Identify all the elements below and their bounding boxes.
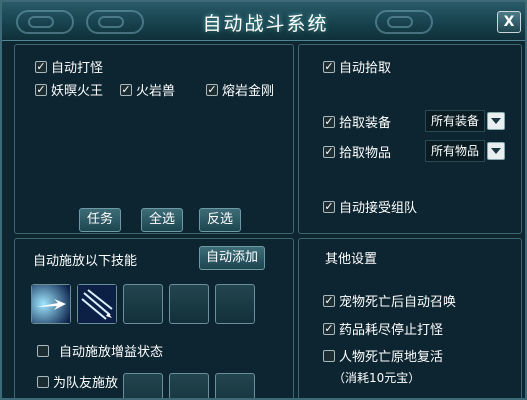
checkbox-box: [37, 375, 49, 388]
pickup-panel: ✓ 自动拾取 ✓ 拾取装备 所有装备 ✓ 拾取物品 所有物品 ✓ 自动接受组队: [298, 44, 522, 234]
pet-summon-label: 宠物死亡后自动召唤: [339, 295, 457, 310]
window-title: 自动战斗系统: [202, 13, 329, 35]
pickup-item-value: 所有物品: [425, 140, 485, 162]
team-cast-checkbox[interactable]: 为队友施放: [37, 372, 118, 391]
auto-add-button[interactable]: 自动添加: [199, 246, 265, 270]
monster-panel: ✓ 自动打怪 ✓ 妖暝火王 ✓ 火岩兽 ✓ 熔岩金刚 任务 全选 反选: [14, 44, 294, 234]
team-skill-slot-3[interactable]: [215, 373, 255, 398]
target-checkbox-3[interactable]: ✓ 熔岩金刚: [206, 80, 274, 99]
revive-cost-note: （消耗10元宝）: [333, 371, 421, 385]
auto-fight-label: 自动打怪: [51, 61, 104, 76]
checkbox-box: ✓: [323, 293, 335, 307]
checkbox-box: ✓: [323, 199, 335, 213]
target-label-3: 熔岩金刚: [222, 84, 275, 99]
checkbox-box: ✓: [323, 321, 335, 335]
pickup-equip-checkbox[interactable]: ✓ 拾取装备: [323, 112, 391, 131]
auto-team-checkbox[interactable]: ✓ 自动接受组队: [323, 197, 417, 216]
buff-label: 自动施放增益状态: [59, 345, 164, 360]
skill-slot-1[interactable]: [31, 284, 71, 324]
checkbox-box: ✓: [206, 82, 218, 96]
target-label-2: 火岩兽: [136, 84, 176, 99]
checkbox-box: ✓: [323, 114, 335, 128]
pickup-equip-value: 所有装备: [425, 110, 485, 132]
auto-battle-window: 自动战斗系统 X ✓ 自动打怪 ✓ 妖暝火王 ✓ 火岩兽 ✓ 熔岩金刚 任务 全…: [0, 0, 527, 400]
checkbox-box: ✓: [120, 82, 132, 96]
checkbox-box: ✓: [35, 82, 47, 96]
buff-checkbox[interactable]: 自动施放增益状态: [37, 341, 163, 360]
checkbox-box: [37, 344, 49, 357]
skill-arrow-icon: [32, 285, 70, 323]
invert-selection-button[interactable]: 反选: [199, 208, 241, 232]
checkbox-box: ✓: [323, 144, 335, 158]
skills-header: 自动施放以下技能: [33, 254, 138, 269]
auto-pickup-checkbox[interactable]: ✓ 自动拾取: [323, 57, 391, 76]
pickup-equip-dropdown[interactable]: 所有装备: [425, 110, 505, 132]
select-all-button[interactable]: 全选: [141, 208, 183, 232]
auto-team-label: 自动接受组队: [339, 201, 418, 216]
team-skill-slot-2[interactable]: [169, 373, 209, 398]
dropdown-arrow-icon[interactable]: [487, 112, 505, 130]
other-settings-panel: 其他设置 ✓ 宠物死亡后自动召唤 ✓ 药品耗尽停止打怪 人物死亡原地复活 （消耗…: [298, 238, 522, 398]
stop-on-potion-label: 药品耗尽停止打怪: [339, 323, 444, 338]
skills-panel: 自动施放以下技能 自动添加 自动施放增益状态 为队友施放: [14, 238, 294, 398]
checkbox-box: ✓: [35, 59, 47, 73]
auto-fight-checkbox[interactable]: ✓ 自动打怪: [35, 57, 103, 76]
pickup-item-label: 拾取物品: [339, 146, 392, 161]
skill-slot-3[interactable]: [123, 284, 163, 324]
task-button[interactable]: 任务: [79, 208, 121, 232]
target-label-1: 妖暝火王: [51, 84, 104, 99]
revive-checkbox[interactable]: 人物死亡原地复活: [323, 346, 443, 365]
pickup-equip-label: 拾取装备: [339, 116, 392, 131]
target-checkbox-1[interactable]: ✓ 妖暝火王: [35, 80, 103, 99]
auto-pickup-label: 自动拾取: [339, 61, 392, 76]
pickup-item-checkbox[interactable]: ✓ 拾取物品: [323, 142, 391, 161]
revive-label: 人物死亡原地复活: [339, 350, 444, 365]
stop-on-potion-checkbox[interactable]: ✓ 药品耗尽停止打怪: [323, 319, 443, 338]
team-cast-label: 为队友施放: [53, 376, 119, 391]
pet-summon-checkbox[interactable]: ✓ 宠物死亡后自动召唤: [323, 291, 456, 310]
skill-slot-2[interactable]: [77, 284, 117, 324]
close-button[interactable]: X: [497, 11, 521, 33]
other-settings-header: 其他设置: [325, 252, 378, 267]
dropdown-arrow-icon[interactable]: [487, 142, 505, 160]
pickup-item-dropdown[interactable]: 所有物品: [425, 140, 505, 162]
skill-slot-4[interactable]: [169, 284, 209, 324]
target-checkbox-2[interactable]: ✓ 火岩兽: [120, 80, 175, 99]
skill-slot-5[interactable]: [215, 284, 255, 324]
title-bar[interactable]: 自动战斗系统 X: [2, 2, 525, 41]
skill-multishot-icon: [78, 285, 116, 323]
checkbox-box: ✓: [323, 59, 335, 73]
team-skill-slot-1[interactable]: [123, 373, 163, 398]
checkbox-box: [323, 349, 335, 362]
